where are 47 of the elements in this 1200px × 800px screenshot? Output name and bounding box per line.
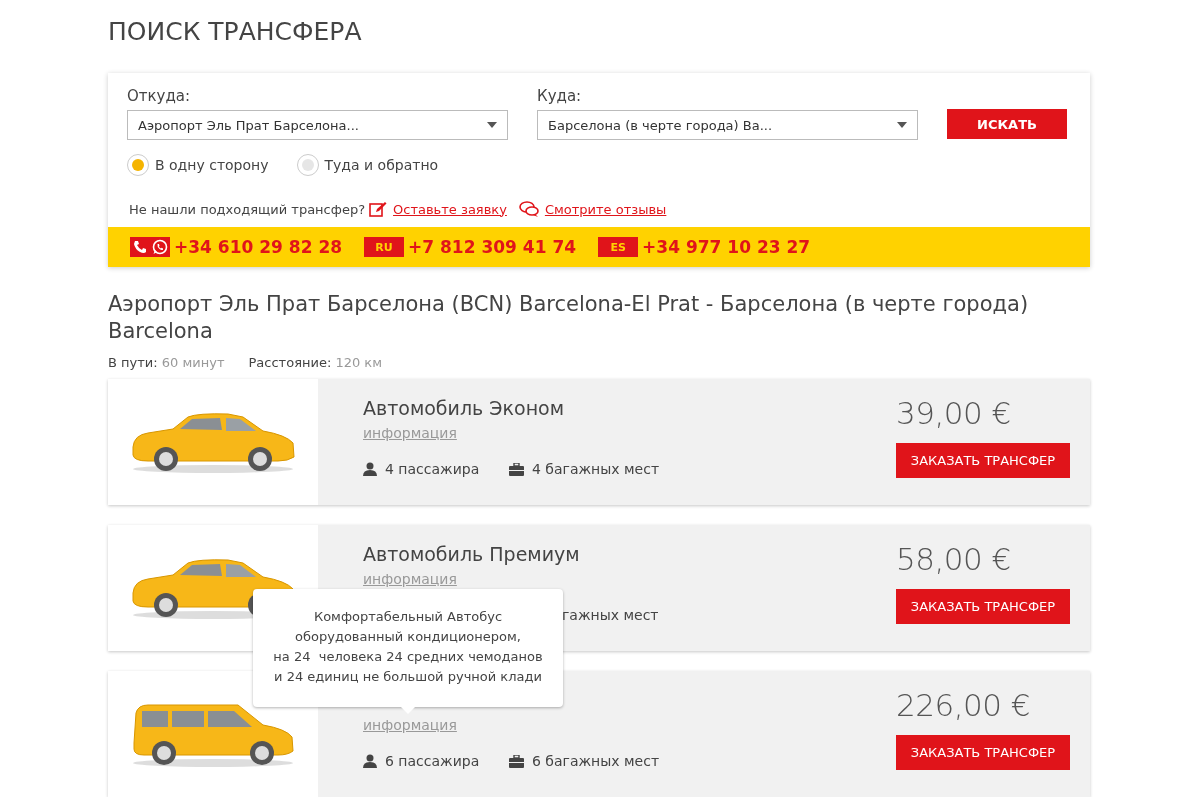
travel-time-value: 60 минут [161, 355, 225, 370]
tooltip-text: Комфортабельный Автобус оборудованный кондиционером, на 24 человека 24 средних чемоданов и 24 единиц не большой ручной клади [273, 609, 543, 684]
distance-label: Расстояние: [248, 355, 332, 370]
order-button[interactable]: ЗАКАЗАТЬ ТРАНСФЕР [896, 735, 1070, 770]
help-text: Не нашли подходящий трансфер? [129, 201, 366, 217]
trip-type-radio[interactable]: Туда и обратно [296, 154, 439, 176]
order-button[interactable]: ЗАКАЗАТЬ ТРАНСФЕР [896, 589, 1070, 624]
vehicle-name: Автомобиль Эконом [363, 397, 565, 419]
caret-icon [487, 122, 497, 128]
phone-number[interactable]: +34 610 29 82 28 [174, 237, 343, 257]
location-dropdown[interactable]: Барселона (в черте города) Ва... [537, 110, 918, 140]
caret-icon [897, 122, 907, 128]
passenger-count: 4 пассажира [385, 461, 480, 477]
language-label: RU [364, 237, 405, 257]
luggage-count: гажных мест [562, 607, 659, 623]
language-label: ES [598, 237, 639, 257]
info-link[interactable]: информация [363, 717, 457, 733]
phone-number[interactable]: +7 812 309 41 74 [408, 237, 577, 257]
luggage-count: 6 багажных мест [532, 753, 660, 769]
phone-number[interactable]: +34 977 10 23 27 [642, 237, 811, 257]
price: 226,00 € [896, 687, 1032, 723]
person-icon [363, 462, 377, 476]
edit-icon [369, 200, 388, 218]
info-link[interactable]: информация [363, 571, 457, 587]
chat-icon [518, 201, 539, 217]
reviews-link[interactable]: Смотрите отзывы [544, 201, 667, 217]
order-button[interactable]: ЗАКАЗАТЬ ТРАНСФЕР [896, 443, 1070, 478]
field-label: Куда: [537, 87, 583, 105]
trip-type-radio[interactable]: В одну сторону [127, 154, 269, 176]
travel-time-label: В пути: [108, 355, 158, 370]
field-label: Откуда: [127, 87, 192, 105]
price: 39,00 € [896, 395, 1012, 431]
briefcase-icon [509, 754, 524, 768]
route-title: Аэропорт Эль Прат Барселона (BCN) Barcelona-El Prat - Барселона (в черте города) Barcelona [108, 291, 1030, 345]
request-link[interactable]: Оставьте заявку [393, 201, 507, 217]
vehicle-name: Автомобиль Премиум [363, 543, 580, 565]
person-icon [363, 754, 377, 768]
price: 58,00 € [896, 541, 1012, 577]
distance-value: 120 км [335, 355, 383, 370]
passenger-count: 6 пассажира [385, 753, 480, 769]
messenger-icon [130, 237, 170, 257]
page-title: ПОИСК ТРАНСФЕРА [108, 16, 363, 48]
location-dropdown[interactable]: Аэропорт Эль Прат Барселона... [127, 110, 508, 140]
briefcase-icon [509, 462, 524, 476]
luggage-count: 4 багажных мест [532, 461, 660, 477]
search-button[interactable]: ИСКАТЬ [947, 109, 1067, 139]
info-link[interactable]: информация [363, 425, 457, 441]
